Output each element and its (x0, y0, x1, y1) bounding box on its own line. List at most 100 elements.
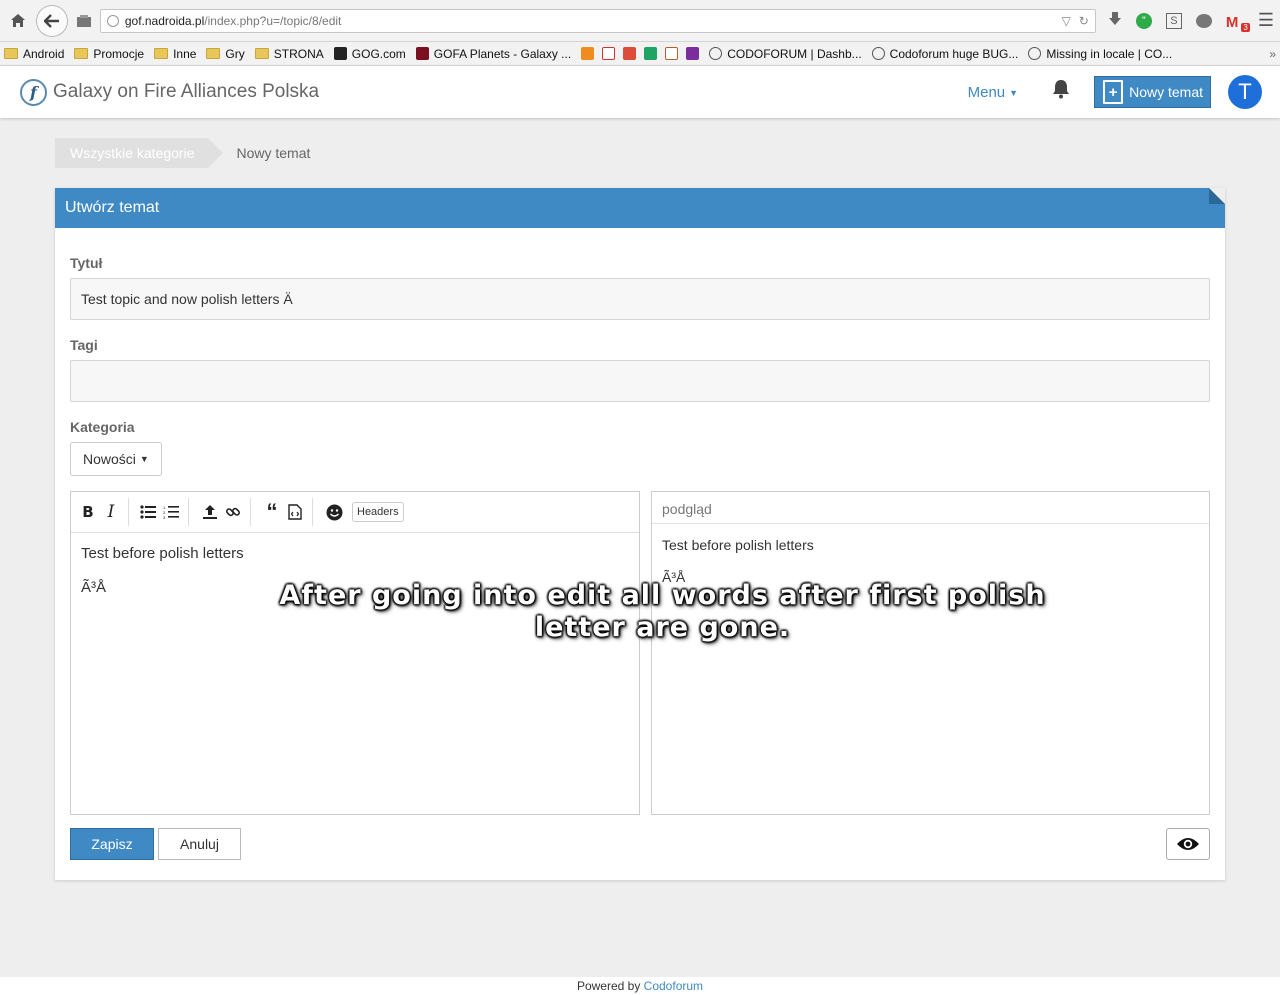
emoji-icon[interactable] (325, 502, 343, 522)
quote-icon[interactable]: “ (263, 501, 281, 523)
panel-heading: Utwórz temat (55, 188, 1225, 228)
google-drive-icon (644, 47, 658, 60)
bookmark-label: Inne (173, 46, 197, 61)
reload-icon[interactable]: ↻ (1079, 14, 1089, 28)
folder-icon (74, 48, 89, 59)
caret-down-icon: ▼ (139, 454, 149, 464)
bookmark-gry[interactable]: Gry (206, 46, 245, 61)
category-value: Nowości (83, 451, 136, 467)
site-header: f Galaxy on Fire Alliances Polska Menu ▼ … (0, 66, 1280, 118)
caret-down-icon: ▼ (1009, 87, 1019, 98)
editor-line-1: Test before polish letters (81, 543, 629, 565)
download-icon[interactable] (1108, 11, 1122, 31)
upload-icon[interactable] (201, 502, 219, 522)
gog-icon (333, 47, 347, 60)
library-icon[interactable] (72, 9, 96, 33)
home-icon[interactable] (6, 9, 30, 33)
panel-title: Utwórz temat (65, 199, 160, 216)
new-document-icon: + (1103, 80, 1124, 104)
corner-fold (1209, 188, 1225, 204)
overlay-caption: After going into edit all words after fi… (279, 580, 1046, 643)
chevron-more-icon[interactable]: » (1269, 47, 1276, 61)
browser-toolbar: gof.nadroida.pl /index.php?u=/topic/8/ed… (0, 0, 1280, 42)
folder-icon (154, 48, 169, 59)
breadcrumb-current: Nowy temat (236, 145, 311, 161)
gofa-icon (415, 47, 429, 60)
italic-icon[interactable]: I (102, 502, 120, 522)
numbered-list-icon[interactable]: 123 (162, 502, 180, 522)
runner-icon (665, 47, 679, 60)
bell-icon[interactable] (1052, 79, 1070, 105)
bookmark-codoforum-bug[interactable]: Codoforum huge BUG... (871, 46, 1019, 61)
bookmark-label: Gry (225, 46, 245, 61)
bookmark-gofa-planets[interactable]: GOFA Planets - Galaxy ... (415, 46, 572, 61)
address-bar[interactable]: gof.nadroida.pl /index.php?u=/topic/8/ed… (99, 8, 1096, 33)
folder-icon (4, 48, 18, 59)
bookmark-label: Promocje (93, 46, 145, 61)
bookmark-strona[interactable]: STRONA (254, 46, 324, 61)
dropdown-arrow-icon[interactable]: ▽ (1062, 14, 1071, 28)
bookmark-extra-icons[interactable] (581, 47, 700, 60)
category-select[interactable]: Nowości ▼ (70, 442, 162, 476)
bold-icon[interactable]: B (79, 502, 97, 522)
onenote-icon (686, 47, 700, 60)
site-title[interactable]: Galaxy on Fire Alliances Polska (53, 81, 319, 103)
gmail-icon[interactable]: M 3 (1226, 14, 1250, 32)
bookmark-label: Missing in locale | CO... (1046, 46, 1173, 61)
codoforum-logo-icon[interactable]: f (20, 78, 47, 106)
preview-title: podgląd (652, 492, 1209, 524)
new-topic-label: Nowy temat (1129, 84, 1203, 100)
menu-dropdown[interactable]: Menu ▼ (968, 84, 1018, 101)
cancel-button[interactable]: Anuluj (158, 828, 241, 860)
save-button[interactable]: Zapisz (70, 828, 154, 860)
editor: B I 123 “ Headers Test before polish let… (70, 491, 640, 815)
headers-button[interactable]: Headers (352, 502, 404, 522)
google-plus-icon (623, 47, 637, 60)
preview-pane: podgląd Test before polish letters Ã³Å (651, 491, 1210, 815)
chat-icon[interactable] (1195, 13, 1212, 28)
tags-input[interactable] (70, 360, 1210, 402)
menu-label: Menu (967, 83, 1006, 101)
title-label: Tytuł (70, 255, 103, 271)
stats-icon (581, 47, 595, 60)
bookmark-label: CODOFORUM | Dashb... (727, 46, 862, 61)
new-topic-button[interactable]: + Nowy temat (1094, 76, 1211, 108)
hamburger-menu-icon[interactable]: ☰ (1258, 10, 1274, 31)
gmail-badge: 3 (1241, 22, 1250, 32)
svg-text:3: 3 (163, 515, 166, 519)
codoforum-icon (871, 47, 885, 60)
url-path: /index.php?u=/topic/8/edit (204, 13, 342, 28)
extension-s-icon[interactable]: S (1165, 12, 1182, 29)
gmail-favicon-icon (602, 47, 616, 60)
editor-line-1-text: Test before polish letters (81, 545, 244, 562)
bookmark-codoforum-dashboard[interactable]: CODOFORUM | Dashb... (709, 46, 862, 61)
bookmark-label: STRONA (273, 46, 324, 61)
bookmark-missing-locale[interactable]: Missing in locale | CO... (1028, 47, 1172, 61)
link-icon[interactable] (224, 502, 242, 522)
codoforum-link[interactable]: Codoforum (644, 979, 703, 993)
bookmarks-bar: Android Promocje Inne Gry STRONA GOG.com… (0, 42, 1280, 66)
bookmark-label: Codoforum huge BUG... (889, 46, 1019, 61)
url-host: gof.nadroida.pl (124, 13, 205, 28)
create-topic-panel: Utwórz temat Tytuł Test topic and now po… (55, 188, 1225, 880)
code-file-icon[interactable] (286, 502, 304, 522)
title-input[interactable]: Test topic and now polish letters Ä (70, 278, 1210, 320)
extension-quote-icon[interactable]: ” (1135, 12, 1152, 29)
bookmark-label: GOFA Planets - Galaxy ... (433, 46, 572, 61)
avatar[interactable]: T (1228, 75, 1262, 109)
footer: Powered by Codoforum (0, 977, 1280, 995)
eye-icon[interactable] (1166, 828, 1210, 860)
globe-icon (106, 14, 119, 27)
editor-toolbar: B I 123 “ Headers (71, 492, 639, 533)
category-label: Kategoria (70, 419, 135, 435)
folder-icon (206, 48, 221, 59)
bookmark-inne[interactable]: Inne (154, 47, 196, 61)
bookmark-android[interactable]: Android (4, 47, 64, 61)
back-button[interactable] (35, 4, 68, 37)
breadcrumb-all-categories[interactable]: Wszystkie kategorie (55, 138, 225, 168)
codoforum-icon (709, 47, 723, 60)
bookmark-gog[interactable]: GOG.com (333, 47, 406, 61)
powered-by-text: Powered by (576, 979, 641, 993)
bullet-list-icon[interactable] (139, 502, 157, 522)
bookmark-promocje[interactable]: Promocje (74, 47, 144, 61)
